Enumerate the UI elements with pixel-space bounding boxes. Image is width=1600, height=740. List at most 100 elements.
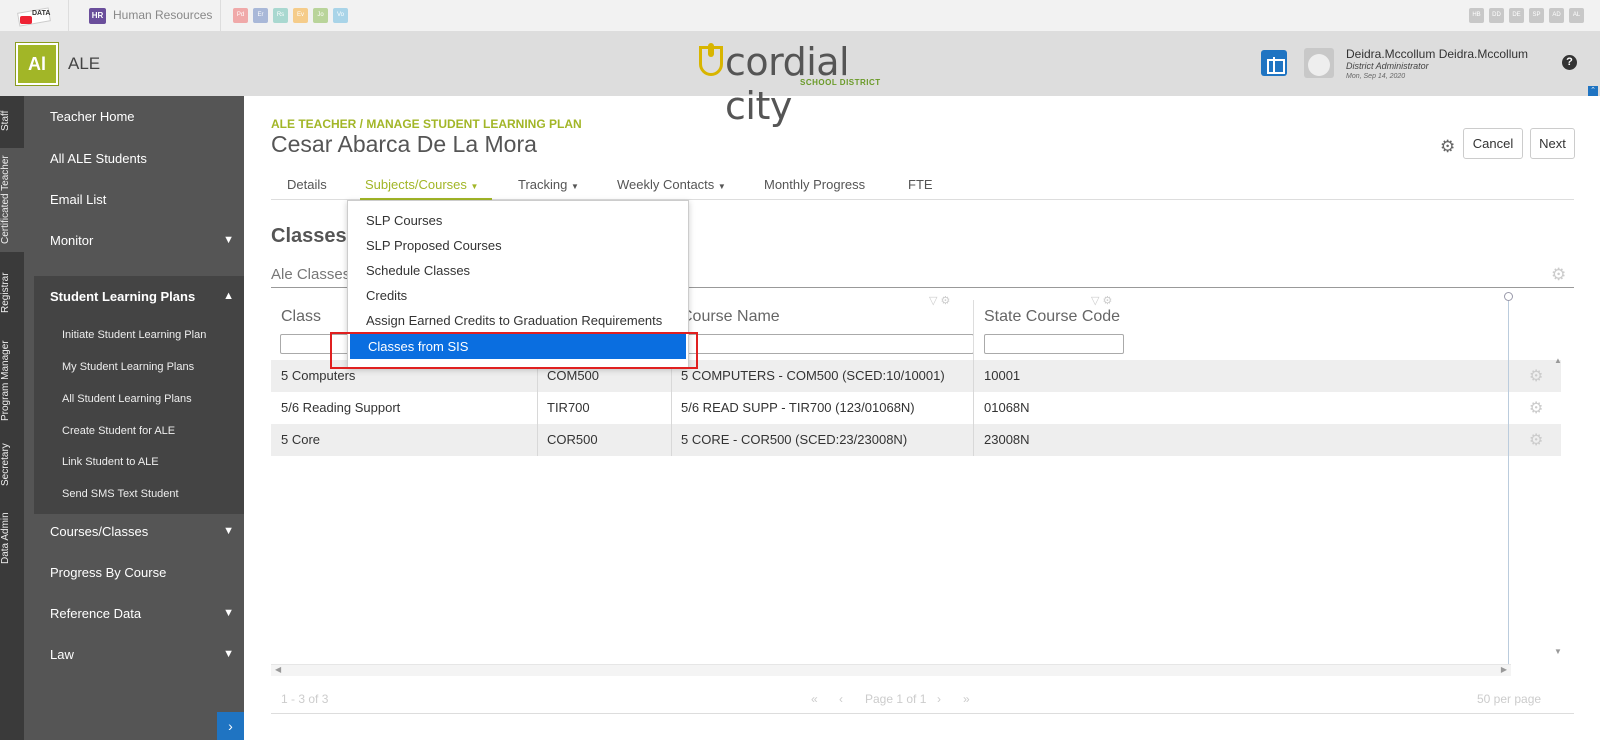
help-icon[interactable]: ? <box>1562 55 1577 70</box>
sidebar-item-all-ale-students[interactable]: All ALE Students <box>24 138 244 179</box>
user-name[interactable]: Deidra.Mccollum Deidra.Mccollum <box>1346 47 1528 61</box>
chevron-down-icon: ▼ <box>223 525 234 537</box>
collapse-header-icon[interactable]: ⌃ <box>1588 86 1598 96</box>
filter-icon[interactable]: ▽ <box>1091 295 1099 307</box>
menu-item-slp-courses[interactable]: SLP Courses <box>348 208 688 233</box>
gear-icon[interactable]: ⚙ <box>1551 265 1566 285</box>
column-resize-line[interactable] <box>1508 294 1509 664</box>
per-page-select[interactable]: 50 per page <box>1477 692 1541 706</box>
tab-subjects-courses[interactable]: Subjects/Courses ▼ <box>365 177 478 192</box>
sidebar-subitem-link-student[interactable]: Link Student to ALE <box>62 456 242 468</box>
menu-item-assign-earned-credits[interactable]: Assign Earned Credits to Graduation Requ… <box>348 308 688 333</box>
tab-monthly-progress[interactable]: Monthly Progress <box>764 177 865 192</box>
module-badge-icon[interactable]: Vo <box>333 8 348 23</box>
gift-icon[interactable] <box>1261 50 1287 76</box>
menu-item-slp-proposed-courses[interactable]: SLP Proposed Courses <box>348 233 688 258</box>
hr-module-icon[interactable]: HR <box>89 8 106 24</box>
sidebar-item-label: Reference Data <box>50 606 142 621</box>
gear-icon[interactable]: ⚙ <box>1529 430 1543 450</box>
sidebar-subitem-my-slps[interactable]: My Student Learning Plans <box>62 361 242 373</box>
module-label[interactable]: Human Resources <box>113 8 212 22</box>
tab-fte[interactable]: FTE <box>908 177 933 192</box>
column-header-course-name[interactable]: Course Name <box>681 308 780 326</box>
scroll-down-icon[interactable]: ▼ <box>1554 647 1562 656</box>
sidebar-subitem-create-student[interactable]: Create Student for ALE <box>62 425 242 437</box>
horizontal-scrollbar[interactable]: ◀ ▶ <box>271 664 1511 676</box>
prev-page-icon[interactable]: ‹ <box>839 692 843 706</box>
module-badge-icon[interactable]: Pd <box>233 8 248 23</box>
module-badge-icon[interactable]: DD <box>1489 8 1504 23</box>
module-badge-icon[interactable]: AD <box>1549 8 1564 23</box>
gear-icon[interactable]: ⚙ <box>941 295 951 307</box>
filter-course-name-input[interactable] <box>680 334 974 354</box>
role-tab-certificated-teacher[interactable]: Certificated Teacher <box>0 148 24 252</box>
module-badge-icon[interactable]: Jo <box>313 8 328 23</box>
module-badge-icon[interactable]: Rs <box>273 8 288 23</box>
role-tab-data-admin[interactable]: Data Admin <box>0 508 24 568</box>
column-menu: ▽ ⚙ <box>1091 294 1112 307</box>
tab-tracking[interactable]: Tracking ▼ <box>518 177 579 192</box>
next-button[interactable]: Next <box>1530 128 1575 159</box>
gear-icon[interactable]: ⚙ <box>1529 398 1543 418</box>
avatar[interactable] <box>1304 48 1334 78</box>
sidebar-item-teacher-home[interactable]: Teacher Home <box>24 96 244 137</box>
divider <box>671 424 672 456</box>
scroll-up-icon[interactable]: ▲ <box>1554 356 1562 365</box>
module-badge-icon[interactable]: Er <box>253 8 268 23</box>
gear-icon[interactable]: ⚙ <box>1440 137 1455 157</box>
role-tab-program-manager[interactable]: Program Manager <box>0 336 24 426</box>
app-badge[interactable]: Al <box>16 43 58 85</box>
column-header-state-course-code[interactable]: State Course Code <box>984 308 1120 326</box>
sidebar-subitem-all-slps[interactable]: All Student Learning Plans <box>62 393 242 405</box>
column-resize-handle[interactable] <box>1504 292 1513 301</box>
sidebar-subitem-initiate-slp[interactable]: Initiate Student Learning Plan <box>62 329 242 341</box>
chevron-right-icon[interactable]: › <box>217 712 244 740</box>
sidebar-item-monitor[interactable]: Monitor ▼ <box>24 220 244 261</box>
sidebar-nav: Teacher Home All ALE Students Email List… <box>24 96 244 740</box>
tab-details[interactable]: Details <box>287 177 327 192</box>
sidebar-subitem-send-sms[interactable]: Send SMS Text Student <box>62 488 242 500</box>
vertical-scrollbar[interactable]: ▲ ▼ <box>1554 356 1562 656</box>
first-page-icon[interactable]: « <box>811 692 818 706</box>
module-badge-icon[interactable]: Ev <box>293 8 308 23</box>
module-badge-icon[interactable]: HB <box>1469 8 1484 23</box>
menu-item-credits[interactable]: Credits <box>348 283 688 308</box>
top-app-strip: DATA HR Human Resources Pd Er Rs Ev Jo V… <box>0 0 1600 32</box>
role-tab-registrar[interactable]: Registrar <box>0 268 24 318</box>
sidebar-item-label: Courses/Classes <box>50 524 149 539</box>
user-date: Mon, Sep 14, 2020 <box>1346 73 1406 80</box>
caret-down-icon: ▼ <box>470 182 479 191</box>
role-tab-staff[interactable]: Staff <box>0 106 24 136</box>
gear-icon[interactable]: ⚙ <box>1103 295 1113 307</box>
sidebar-item-law[interactable]: Law ▼ <box>24 634 244 675</box>
role-tab-secretary[interactable]: Secretary <box>0 440 24 490</box>
scroll-right-icon[interactable]: ▶ <box>1501 665 1507 674</box>
district-subtitle: SCHOOL DISTRICT <box>800 78 881 87</box>
filter-state-code-input[interactable] <box>984 334 1124 354</box>
sidebar-item-student-learning-plans[interactable]: Student Learning Plans ▲ <box>34 276 244 317</box>
data-logo-icon[interactable]: DATA <box>17 6 54 27</box>
page-selector[interactable]: Page 1 of 1 <box>865 692 926 706</box>
tab-weekly-contacts[interactable]: Weekly Contacts ▼ <box>617 177 726 192</box>
module-badge-icon[interactable]: DE <box>1509 8 1524 23</box>
filter-icon[interactable]: ▽ <box>929 295 937 307</box>
module-badge-icon[interactable]: AL <box>1569 8 1584 23</box>
column-header-class[interactable]: Class <box>281 308 321 326</box>
table-row[interactable]: 5 Core COR500 5 CORE - COR500 (SCED:23/2… <box>271 424 1561 456</box>
breadcrumb: ALE TEACHER / MANAGE STUDENT LEARNING PL… <box>271 117 582 131</box>
sidebar-item-reference-data[interactable]: Reference Data ▼ <box>24 593 244 634</box>
menu-item-schedule-classes[interactable]: Schedule Classes <box>348 258 688 283</box>
sidebar-item-progress-by-course[interactable]: Progress By Course <box>24 552 244 593</box>
next-page-icon[interactable]: › <box>937 692 941 706</box>
gear-icon[interactable]: ⚙ <box>1529 366 1543 386</box>
sidebar-item-courses-classes[interactable]: Courses/Classes ▼ <box>24 511 244 552</box>
scroll-left-icon[interactable]: ◀ <box>275 665 281 674</box>
table-row[interactable]: 5/6 Reading Support TIR700 5/6 READ SUPP… <box>271 392 1561 424</box>
cell-class: 5 Core <box>281 432 321 447</box>
chevron-down-icon: ▼ <box>223 648 234 660</box>
last-page-icon[interactable]: » <box>963 692 970 706</box>
cancel-button[interactable]: Cancel <box>1463 128 1523 159</box>
module-badge-icon[interactable]: SP <box>1529 8 1544 23</box>
menu-item-classes-from-sis[interactable]: Classes from SIS <box>350 334 686 359</box>
sidebar-item-email-list[interactable]: Email List <box>24 179 244 220</box>
